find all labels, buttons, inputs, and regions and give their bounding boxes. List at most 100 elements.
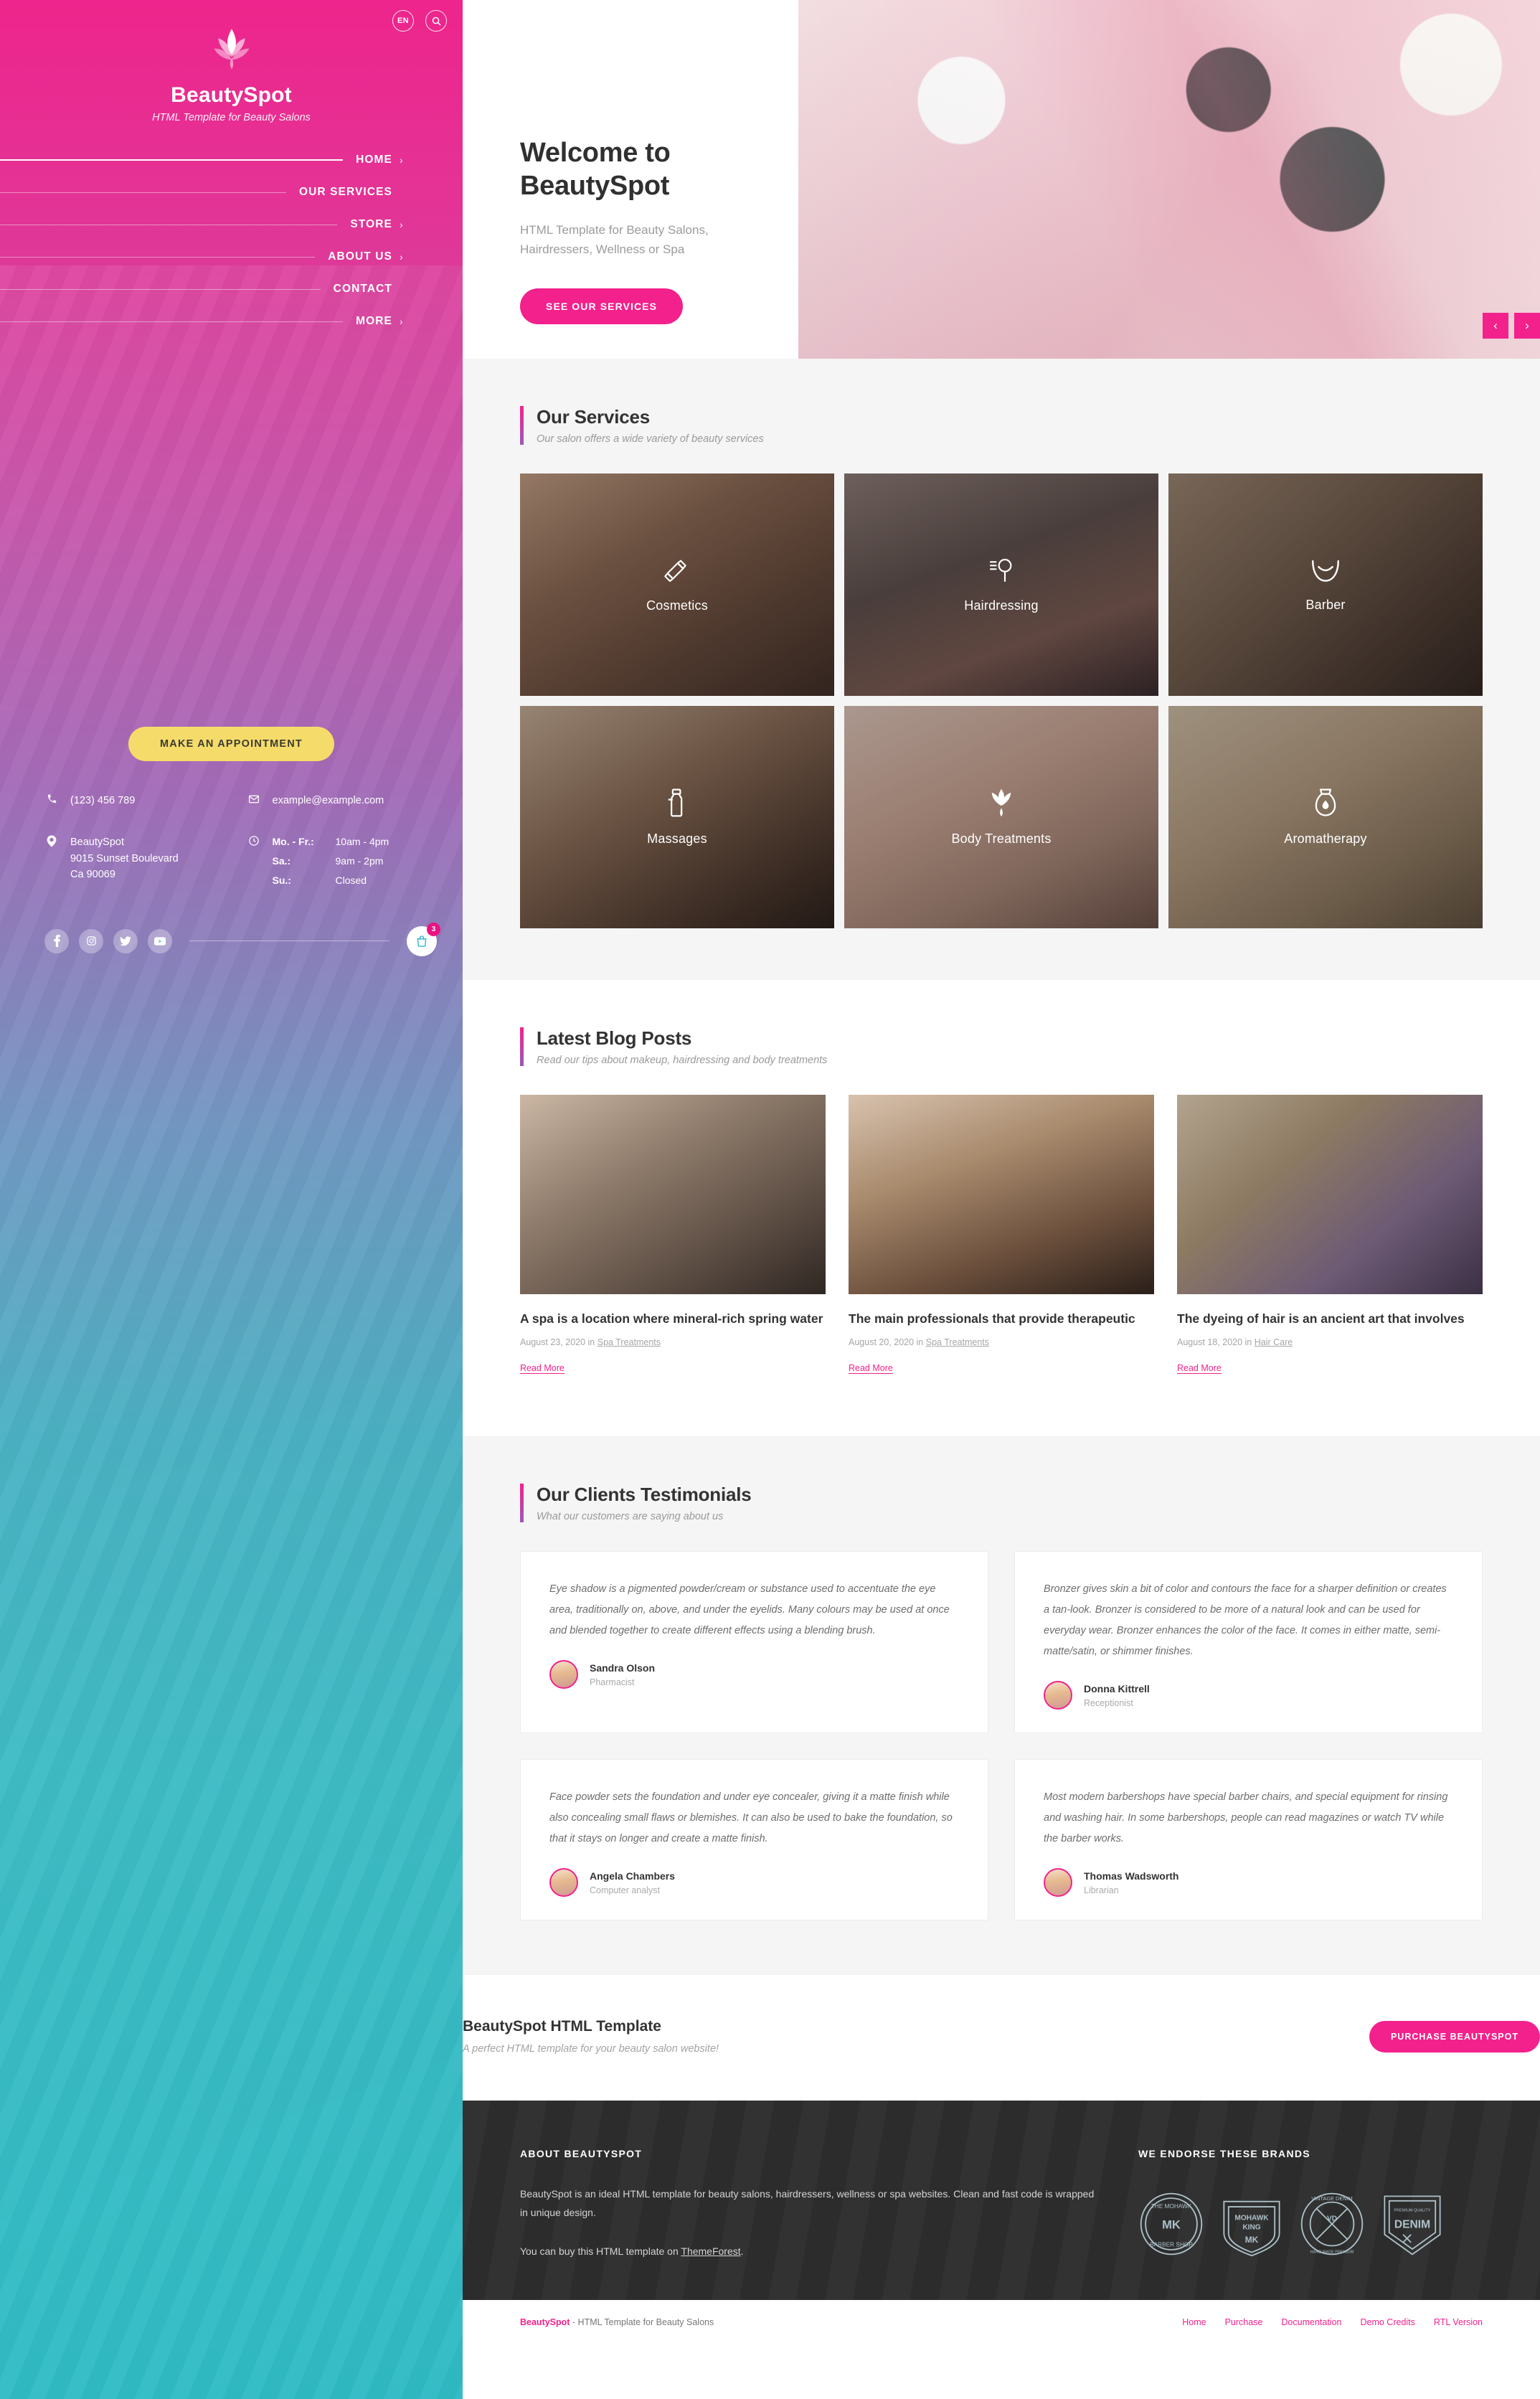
testimonials-grid: Eye shadow is a pigmented powder/cream o…: [520, 1551, 1483, 1921]
address-line-3: Ca 90069: [70, 869, 115, 881]
svg-text:PREMIUM QUALITY: PREMIUM QUALITY: [1394, 2209, 1430, 2213]
lipstick-icon: [663, 556, 691, 588]
hours-table: Mo. - Fr.: 10am - 4pm Sa.: 9am - 2pm Su.…: [273, 834, 389, 888]
footer-link-demo-credits[interactable]: Demo Credits: [1360, 2317, 1414, 2327]
footer-about-text: BeautySpot is an ideal HTML template for…: [520, 2188, 1095, 2219]
sidebar-item-store[interactable]: STORE ›: [0, 215, 407, 234]
hero-title-line-2: BeautySpot: [520, 171, 670, 202]
blog-post-thumbnail[interactable]: [1177, 1095, 1483, 1294]
blog-post-title[interactable]: The dyeing of hair is an ancient art tha…: [1177, 1310, 1483, 1327]
service-card-hairdressing[interactable]: Hairdressing: [844, 473, 1158, 696]
cta-subtitle: A perfect HTML template for your beauty …: [463, 2043, 719, 2055]
instagram-icon[interactable]: [79, 928, 103, 953]
service-card-label: Cosmetics: [646, 598, 708, 613]
testimonial-author: Donna Kittrell Receptionist: [1044, 1681, 1453, 1710]
testimonial-author-name: Angela Chambers: [590, 1870, 676, 1882]
service-card-aromatherapy[interactable]: Aromatherapy: [1168, 706, 1483, 928]
blog-grid: A spa is a location where mineral-rich s…: [520, 1095, 1483, 1375]
purchase-beautyspot-button[interactable]: PURCHASE BEAUTYSPOT: [1369, 2020, 1540, 2052]
sidebar-item-about-us[interactable]: ABOUT US ›: [0, 248, 407, 266]
lotus-flower-icon: [987, 788, 1016, 821]
testimonials-section: Our Clients Testimonials What our custom…: [463, 1436, 1540, 1976]
blog-post-title[interactable]: The main professionals that provide ther…: [849, 1310, 1154, 1327]
testimonial-card: Eye shadow is a pigmented powder/cream o…: [520, 1551, 988, 1734]
cart-button[interactable]: 3: [407, 922, 440, 956]
make-an-appointment-button[interactable]: MAKE AN APPOINTMENT: [128, 727, 334, 761]
see-our-services-button[interactable]: SEE OUR SERVICES: [520, 288, 684, 324]
nav-rule: [0, 159, 344, 161]
blog-post-thumbnail[interactable]: [849, 1095, 1154, 1294]
vintage-denim-round-badge: VINTAGE DENIM VD HAND MADE PREMIUM: [1299, 2191, 1365, 2257]
footer-link-home[interactable]: Home: [1182, 2317, 1206, 2327]
blog-post-meta: August 20, 2020 in Spa Treatments: [849, 1337, 1154, 1347]
blog-read-more-link[interactable]: Read More: [520, 1363, 564, 1375]
youtube-icon[interactable]: [148, 928, 172, 953]
blog-post-title[interactable]: A spa is a location where mineral-rich s…: [520, 1310, 826, 1327]
blog-post-category[interactable]: Spa Treatments: [926, 1337, 989, 1347]
twitter-icon[interactable]: [113, 928, 138, 953]
slider-next-button[interactable]: ›: [1514, 313, 1540, 339]
hours-day: Sa.:: [272, 855, 291, 867]
sidebar-item-contact[interactable]: CONTACT: [0, 280, 407, 298]
phone-number: (123) 456 789: [70, 795, 136, 806]
blog-post-category[interactable]: Hair Care: [1255, 1337, 1293, 1347]
service-card-label: Barber: [1305, 598, 1346, 612]
footer: ABOUT BEAUTYSPOT BeautySpot is an ideal …: [463, 2101, 1540, 2300]
footer-link-documentation[interactable]: Documentation: [1281, 2317, 1341, 2327]
facebook-icon[interactable]: [44, 928, 69, 953]
social-row: 3: [0, 889, 463, 956]
the-mohawk-king-barber-shop-badge: THE MOHAWK MK BARBER SHOP: [1138, 2191, 1204, 2257]
hours-time: Closed: [335, 874, 367, 886]
testimonial-author-name: Thomas Wadsworth: [1084, 1870, 1179, 1882]
sidebar-item-our-services[interactable]: OUR SERVICES: [0, 183, 407, 202]
svg-text:MOHAWK: MOHAWK: [1234, 2215, 1269, 2223]
hours-day: Su.:: [272, 874, 291, 886]
appointment-wrapper: MAKE AN APPOINTMENT: [0, 727, 463, 761]
footer-link-rtl-version[interactable]: RTL Version: [1434, 2317, 1483, 2327]
blog-post-meta: August 18, 2020 in Hair Care: [1177, 1337, 1483, 1347]
contact-phone[interactable]: (123) 456 789: [44, 793, 232, 809]
blog-post-thumbnail[interactable]: [520, 1095, 826, 1294]
footer-link-purchase[interactable]: Purchase: [1225, 2317, 1263, 2327]
testimonial-text: Most modern barbershops have special bar…: [1044, 1791, 1448, 1845]
hero-slider: Welcome to BeautySpot HTML Template for …: [463, 0, 1540, 359]
brand-tagline: HTML Template for Beauty Salons: [152, 112, 311, 123]
service-card-massages[interactable]: Massages: [520, 706, 834, 928]
chevron-right-icon: ›: [400, 316, 403, 327]
blog-read-more-link[interactable]: Read More: [849, 1363, 893, 1375]
language-switch-button[interactable]: EN: [392, 10, 414, 32]
services-subtitle: Our salon offers a wide variety of beaut…: [537, 433, 764, 445]
mohawk-king-shield-badge: MOHAWK KING MK: [1219, 2191, 1285, 2257]
chevron-right-icon: ›: [400, 219, 403, 230]
testimonial-author-role: Receptionist: [1084, 1697, 1133, 1708]
blog-post-category[interactable]: Spa Treatments: [597, 1337, 661, 1347]
services-header: Our Services Our salon offers a wide var…: [520, 406, 1483, 445]
testimonial-author-role: Pharmacist: [590, 1677, 635, 1687]
chevron-right-icon: ›: [400, 154, 403, 166]
blog-read-more-link[interactable]: Read More: [1177, 1363, 1222, 1375]
footer-about-heading: ABOUT BEAUTYSPOT: [520, 2148, 643, 2160]
sidebar-nav: HOME › OUR SERVICES STORE › ABOUT US › C…: [0, 151, 463, 331]
blog-post-card: A spa is a location where mineral-rich s…: [520, 1095, 826, 1375]
main-content: Welcome to BeautySpot HTML Template for …: [463, 0, 1540, 2399]
themeforest-link[interactable]: ThemeForest: [681, 2245, 740, 2257]
svg-text:MK: MK: [1162, 2218, 1181, 2232]
blog-post-date: August 18, 2020: [1177, 1337, 1243, 1348]
search-icon[interactable]: [425, 10, 447, 32]
footer-brand-name: BeautySpot: [520, 2317, 570, 2328]
sidebar-item-home[interactable]: HOME ›: [0, 151, 407, 169]
service-card-body-treatments[interactable]: Body Treatments: [844, 706, 1158, 928]
contact-email[interactable]: example@example.com: [247, 793, 435, 809]
service-card-label: Massages: [647, 831, 707, 846]
hours-time: 10am - 4pm: [335, 836, 389, 848]
blog-post-date: August 20, 2020: [849, 1337, 915, 1348]
beard-icon: [1310, 557, 1341, 588]
testimonial-card: Face powder sets the foundation and unde…: [520, 1759, 988, 1921]
sidebar-item-more[interactable]: MORE ›: [0, 312, 407, 331]
contact-address: BeautySpot 9015 Sunset Boulevard Ca 9006…: [44, 834, 232, 888]
slider-prev-button[interactable]: ‹: [1483, 313, 1508, 339]
blog-post-date: August 23, 2020: [520, 1337, 586, 1348]
service-card-barber[interactable]: Barber: [1168, 473, 1483, 696]
service-card-cosmetics[interactable]: Cosmetics: [520, 473, 834, 696]
testimonials-wrap: Our Clients Testimonials What our custom…: [463, 1484, 1540, 1921]
